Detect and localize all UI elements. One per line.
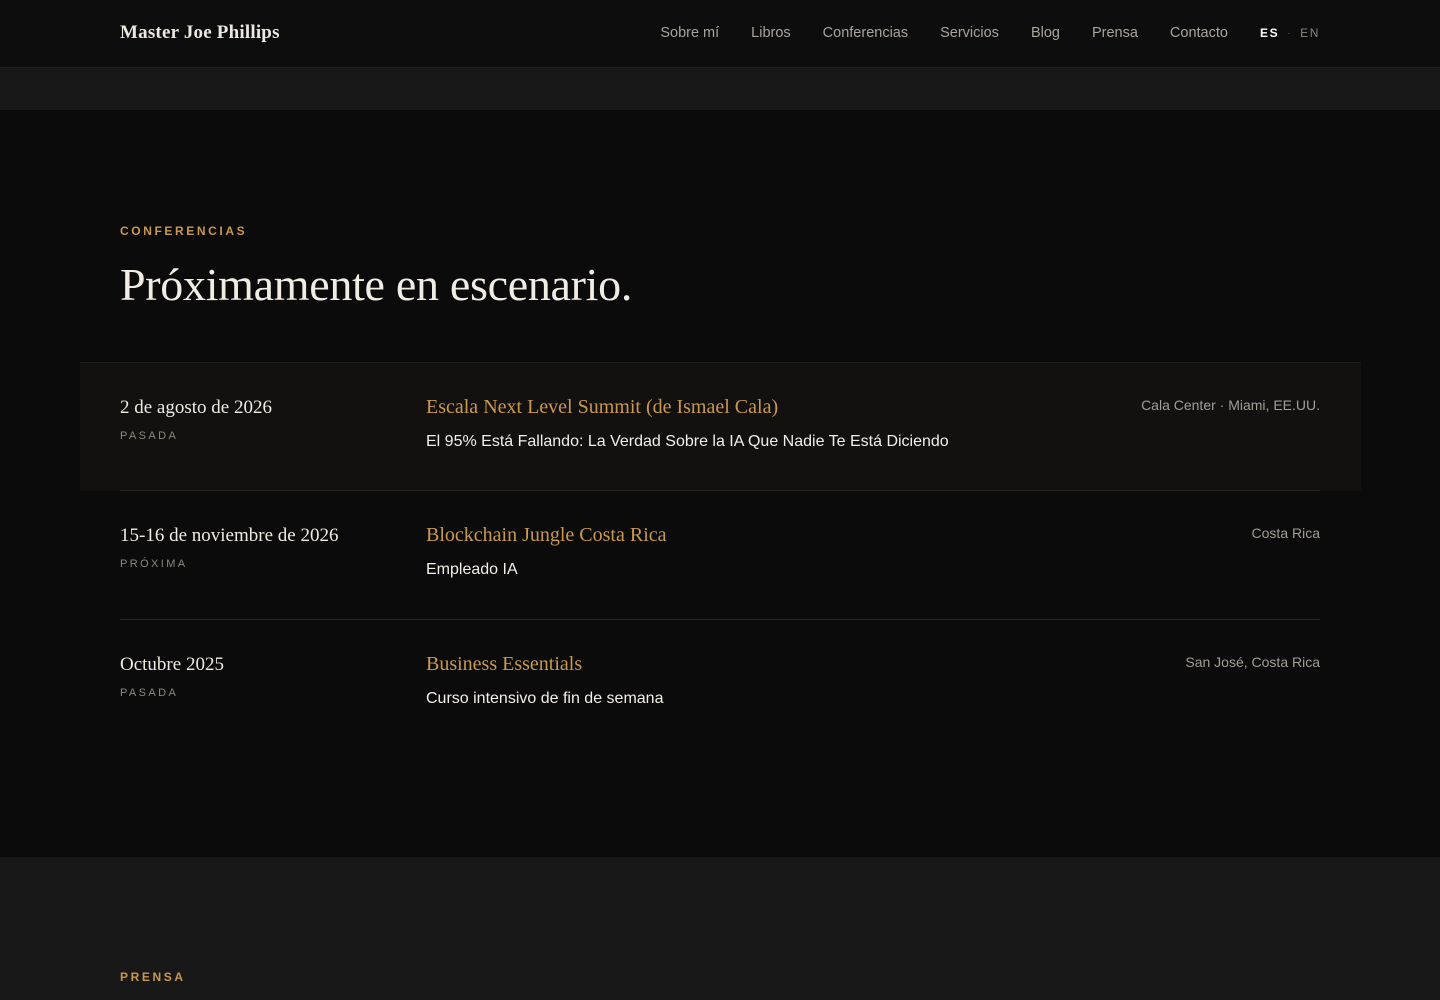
event-talk-title: El 95% Está Fallando: La Verdad Sobre la…: [426, 433, 949, 450]
press-eyebrow: PRENSA: [120, 970, 186, 984]
lang-separator: ·: [1287, 27, 1293, 39]
event-date: 2 de agosto de 2026: [120, 397, 272, 418]
event-name[interactable]: Blockchain Jungle Costa Rica: [426, 524, 667, 547]
section-heading: Próximamente en escenario.: [120, 259, 633, 310]
conferences-section: CONFERENCIAS Próximamente en escenario. …: [0, 110, 1440, 857]
event-location: Costa Rica: [1251, 525, 1320, 541]
event-status: PRÓXIMA: [120, 558, 188, 570]
main-nav: Sobre mí Libros Conferencias Servicios B…: [660, 25, 1320, 41]
nav-link-prensa[interactable]: Prensa: [1092, 25, 1138, 41]
nav-link-servicios[interactable]: Servicios: [940, 25, 999, 41]
event-location: San José, Costa Rica: [1185, 654, 1320, 670]
event-date: 15-16 de noviembre de 2026: [120, 525, 339, 546]
event-date: Octubre 2025: [120, 654, 224, 675]
section-eyebrow: CONFERENCIAS: [120, 224, 248, 238]
nav-link-libros[interactable]: Libros: [751, 25, 791, 41]
event-status: PASADA: [120, 687, 179, 699]
nav-link-sobre-mi[interactable]: Sobre mí: [660, 25, 719, 41]
nav-link-blog[interactable]: Blog: [1031, 25, 1060, 41]
site-logo[interactable]: Master Joe Phillips: [120, 22, 280, 44]
lang-en-button[interactable]: EN: [1300, 26, 1320, 40]
event-row[interactable]: Octubre 2025 PASADA Business Essentials …: [80, 620, 1361, 749]
event-name[interactable]: Escala Next Level Summit (de Ismael Cala…: [426, 396, 778, 419]
event-status: PASADA: [120, 430, 179, 442]
events-list: 2 de agosto de 2026 PASADA Escala Next L…: [80, 362, 1361, 749]
nav-link-contacto[interactable]: Contacto: [1170, 25, 1228, 41]
top-navigation-bar: Master Joe Phillips Sobre mí Libros Conf…: [0, 0, 1440, 68]
event-talk-title: Curso intensivo de fin de semana: [426, 690, 664, 707]
event-row[interactable]: 2 de agosto de 2026 PASADA Escala Next L…: [80, 362, 1361, 491]
press-section: PRENSA: [0, 857, 1440, 1000]
section-band-top: [0, 68, 1440, 110]
event-name[interactable]: Business Essentials: [426, 653, 582, 676]
language-switcher: ES · EN: [1260, 26, 1320, 40]
nav-link-conferencias[interactable]: Conferencias: [823, 25, 908, 41]
event-talk-title: Empleado IA: [426, 561, 518, 578]
event-location: Cala Center · Miami, EE.UU.: [1141, 397, 1320, 413]
lang-es-button[interactable]: ES: [1260, 26, 1279, 40]
event-row[interactable]: 15-16 de noviembre de 2026 PRÓXIMA Block…: [80, 491, 1361, 620]
